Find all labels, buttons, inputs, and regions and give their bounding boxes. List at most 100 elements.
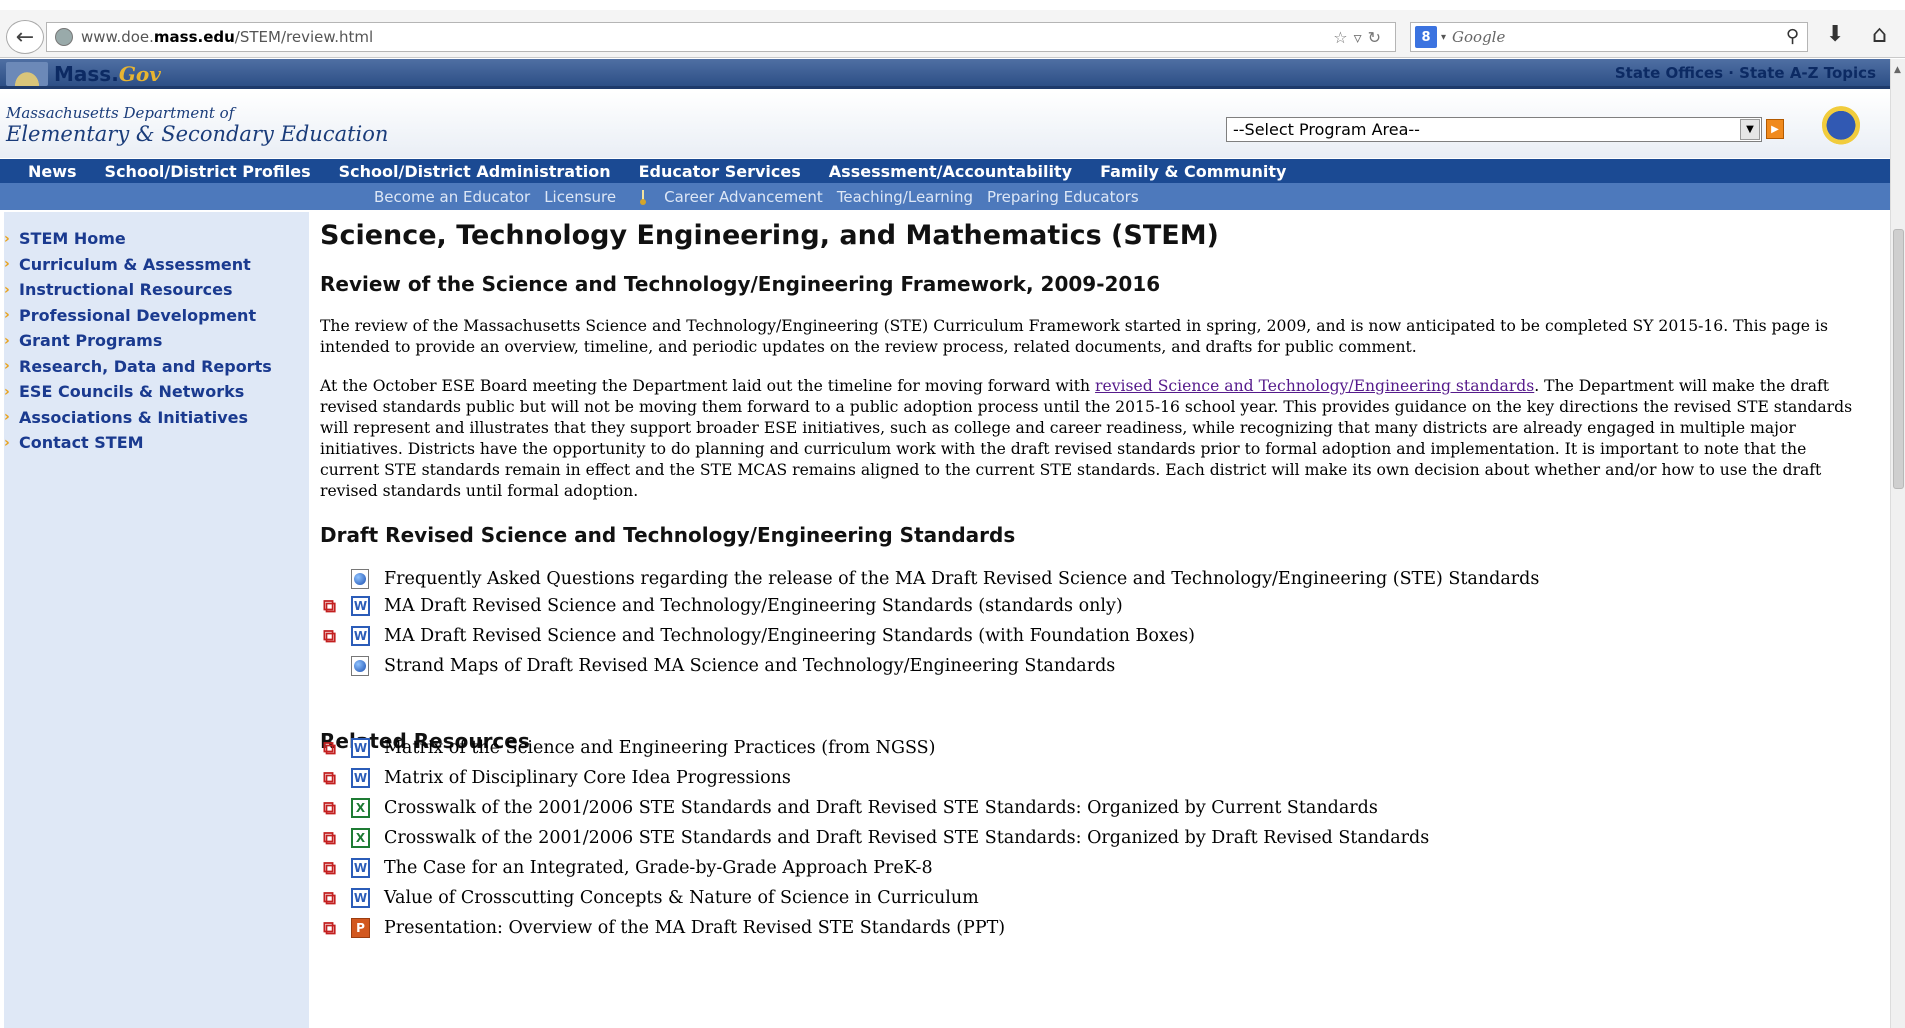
file-type-icons: ⧉ W	[320, 767, 384, 789]
word-doc-icon[interactable]: W	[351, 596, 370, 616]
url-path: /STEM/review.html	[234, 28, 374, 46]
play-arrow-icon: ▶	[1771, 123, 1779, 135]
document-row: ⧉ X Crosswalk of the 2001/2006 STE Standar…	[320, 825, 1429, 851]
pdf-icon[interactable]: ⧉	[320, 768, 339, 789]
program-area-select[interactable]: --Select Program Area-- ▼	[1226, 117, 1762, 142]
html-page-icon[interactable]	[351, 656, 369, 676]
word-doc-icon[interactable]: W	[351, 626, 370, 646]
nav-news[interactable]: News	[28, 162, 77, 181]
word-doc-icon[interactable]: W	[351, 888, 370, 908]
sidebar-item-contact-stem[interactable]: › Contact STEM	[4, 430, 309, 456]
browser-toolbar: ← www.doe. mass.edu/STEM/review.html ☆▿↻ …	[0, 0, 1905, 58]
file-type-icons: ⧉ W	[320, 857, 384, 879]
excel-icon[interactable]: X	[351, 798, 370, 818]
section-heading-draft-standards: Draft Revised Science and Technology/Eng…	[320, 523, 1016, 547]
revised-standards-link[interactable]: revised Science and Technology/Engineeri…	[1095, 377, 1534, 395]
pdf-icon[interactable]: ⧉	[320, 738, 339, 759]
document-link[interactable]: MA Draft Revised Science and Technology/…	[384, 596, 1123, 616]
subnav-licensure[interactable]: Licensure	[544, 188, 616, 206]
document-link[interactable]: Matrix of the Science and Engineering Pr…	[384, 738, 935, 758]
chevron-right-icon: ›	[4, 383, 10, 400]
massgov-logo[interactable]: Mass.Gov	[6, 61, 161, 87]
search-engine-icon[interactable]: 8	[1415, 26, 1437, 48]
sidebar: › STEM Home › Curriculum & Assessment › Ins…	[4, 212, 309, 1028]
search-box[interactable]: 8 ▾ Google ⚲	[1410, 22, 1808, 52]
intro-paragraph: The review of the Massachusetts Science …	[320, 317, 1828, 356]
nav-school-district-profiles[interactable]: School/District Profiles	[105, 162, 311, 181]
sidebar-item-grant-programs[interactable]: › Grant Programs	[4, 328, 309, 354]
back-button[interactable]: ←	[6, 20, 44, 54]
document-link[interactable]: Strand Maps of Draft Revised MA Science …	[384, 656, 1115, 676]
subnav-career-advancement[interactable]: Career Advancement	[664, 188, 823, 206]
nav-assessment-accountability[interactable]: Assessment/Accountability	[829, 162, 1072, 181]
document-link[interactable]: Presentation: Overview of the MA Draft R…	[384, 918, 1005, 938]
pdf-icon[interactable]: ⧉	[320, 888, 339, 909]
select-arrow-icon[interactable]: ▼	[1740, 119, 1760, 140]
sidebar-item-stem-home[interactable]: › STEM Home	[4, 226, 309, 252]
document-link[interactable]: Crosswalk of the 2001/2006 STE Standards…	[384, 798, 1378, 818]
state-seal-icon	[1822, 100, 1860, 146]
go-button[interactable]: ▶	[1766, 119, 1784, 139]
document-row: ⧉ X Crosswalk of the 2001/2006 STE Standar…	[320, 795, 1378, 821]
pdf-icon[interactable]: ⧉	[320, 918, 339, 939]
document-link[interactable]: Crosswalk of the 2001/2006 STE Standards…	[384, 828, 1429, 848]
html-page-icon[interactable]	[351, 569, 369, 589]
address-bar[interactable]: www.doe. mass.edu/STEM/review.html ☆▿↻	[46, 22, 1396, 52]
document-link[interactable]: Frequently Asked Questions regarding the…	[384, 569, 1539, 589]
subnav-teaching-learning[interactable]: Teaching/Learning	[837, 188, 973, 206]
back-arrow-icon: ←	[15, 24, 35, 50]
document-row: ⧉ W MA Draft Revised Science and Technolog…	[320, 593, 1123, 619]
sidebar-item-instructional-resources[interactable]: › Instructional Resources	[4, 277, 309, 303]
word-doc-icon[interactable]: W	[351, 768, 370, 788]
download-icon[interactable]: ⬇	[1826, 22, 1844, 47]
nav-family-community[interactable]: Family & Community	[1100, 162, 1286, 181]
document-link[interactable]: The Case for an Integrated, Grade-by-Gra…	[384, 858, 933, 878]
document-link[interactable]: Matrix of Disciplinary Core Idea Progres…	[384, 768, 791, 788]
pin-icon	[640, 189, 647, 205]
search-engine-dropdown-icon[interactable]: ▾	[1441, 32, 1446, 43]
pdf-icon[interactable]: ⧉	[320, 596, 339, 617]
scroll-thumb[interactable]	[1893, 229, 1904, 489]
sidebar-item-associations[interactable]: › Associations & Initiatives	[4, 405, 309, 431]
document-link[interactable]: MA Draft Revised Science and Technology/…	[384, 626, 1195, 646]
pdf-icon[interactable]: ⧉	[320, 798, 339, 819]
file-type-icons: ⧉ X	[320, 827, 384, 849]
home-icon[interactable]: ⌂	[1872, 20, 1887, 48]
pdf-icon[interactable]: ⧉	[320, 858, 339, 879]
scroll-up-icon[interactable]: ▲	[1894, 65, 1901, 75]
document-row: Frequently Asked Questions regarding the…	[320, 566, 1539, 592]
bookmark-star-icon[interactable]: ☆	[1333, 28, 1353, 47]
excel-icon[interactable]: X	[351, 828, 370, 848]
chevron-right-icon: ›	[4, 230, 10, 247]
state-links[interactable]: State Offices · State A-Z Topics	[1615, 64, 1876, 82]
reload-icon[interactable]: ↻	[1368, 28, 1387, 47]
massgov-logo-text: Mass.	[54, 62, 119, 86]
sidebar-item-ese-councils[interactable]: › ESE Councils & Networks	[4, 379, 309, 405]
ese-dept-name[interactable]: Elementary & Secondary Education	[6, 122, 388, 146]
sidebar-item-research-data-reports[interactable]: › Research, Data and Reports	[4, 354, 309, 380]
subnav-preparing-educators[interactable]: Preparing Educators	[987, 188, 1139, 206]
powerpoint-icon[interactable]: P	[351, 918, 370, 938]
page-title: Science, Technology Engineering, and Mat…	[320, 220, 1219, 251]
ese-dept-line[interactable]: Massachusetts Department of	[6, 104, 234, 122]
massgov-logo-gov: Gov	[118, 62, 161, 86]
word-doc-icon[interactable]: W	[351, 738, 370, 758]
nav-school-district-administration[interactable]: School/District Administration	[339, 162, 611, 181]
nav-educator-services[interactable]: Educator Services	[639, 162, 801, 181]
document-link[interactable]: Value of Crosscutting Concepts & Nature …	[384, 888, 979, 908]
document-row: ⧉ W Matrix of Disciplinary Core Idea Progr…	[320, 765, 791, 791]
sidebar-item-curriculum-assessment[interactable]: › Curriculum & Assessment	[4, 252, 309, 278]
pdf-icon[interactable]: ⧉	[320, 626, 339, 647]
subnav-become-educator[interactable]: Become an Educator	[374, 188, 530, 206]
word-doc-icon[interactable]: W	[351, 858, 370, 878]
scrollbar[interactable]: ▲	[1890, 59, 1905, 1028]
chevron-right-icon: ›	[4, 307, 10, 324]
document-row: ⧉ W Value of Crosscutting Concepts & Natur…	[320, 885, 979, 911]
sidebar-item-professional-development[interactable]: › Professional Development	[4, 303, 309, 329]
pdf-icon[interactable]: ⧉	[320, 828, 339, 849]
document-row: ⧉ W MA Draft Revised Science and Technolog…	[320, 623, 1195, 649]
magnifier-icon[interactable]: ⚲	[1786, 26, 1799, 47]
chevron-right-icon: ›	[4, 434, 10, 451]
dropdown-arrow-icon[interactable]: ▿	[1354, 28, 1368, 47]
file-type-icons: ⧉ W	[320, 595, 384, 617]
